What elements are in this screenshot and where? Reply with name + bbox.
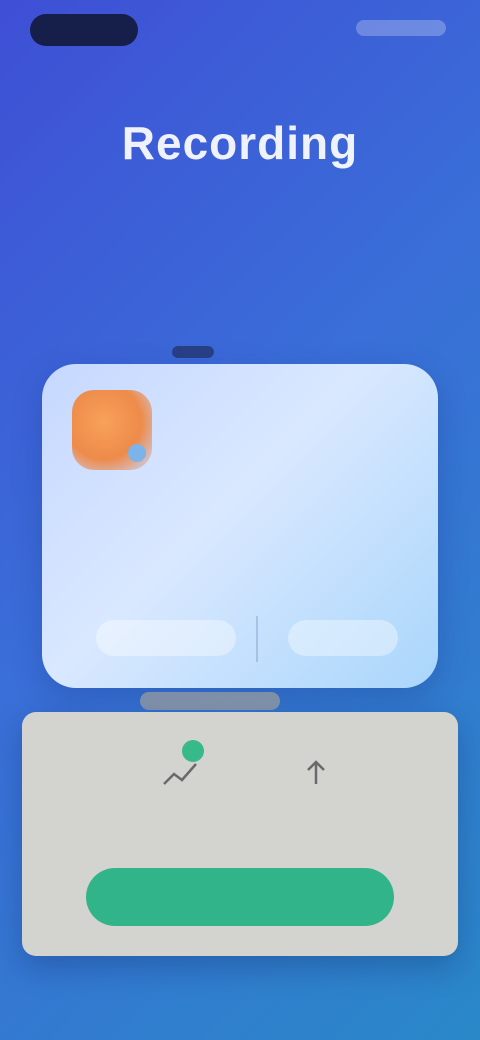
chart-icon — [160, 740, 204, 794]
status-indicators — [356, 20, 446, 36]
card-button-secondary[interactable] — [288, 620, 398, 656]
upload-icon — [296, 754, 336, 794]
status-time — [30, 14, 138, 46]
preview-card — [42, 346, 438, 688]
card-handle — [172, 346, 214, 358]
card-button-primary[interactable] — [96, 620, 236, 656]
action-tray — [22, 712, 458, 956]
primary-action-button[interactable] — [86, 868, 394, 926]
status-bar — [0, 0, 480, 60]
tray-item-upload[interactable] — [236, 754, 396, 854]
tray-handle[interactable] — [140, 692, 280, 710]
app-icon — [72, 390, 152, 470]
card-divider — [256, 616, 258, 662]
app-icon-badge — [128, 444, 146, 462]
page-title: Recording — [121, 117, 359, 169]
notification-dot — [182, 740, 204, 762]
